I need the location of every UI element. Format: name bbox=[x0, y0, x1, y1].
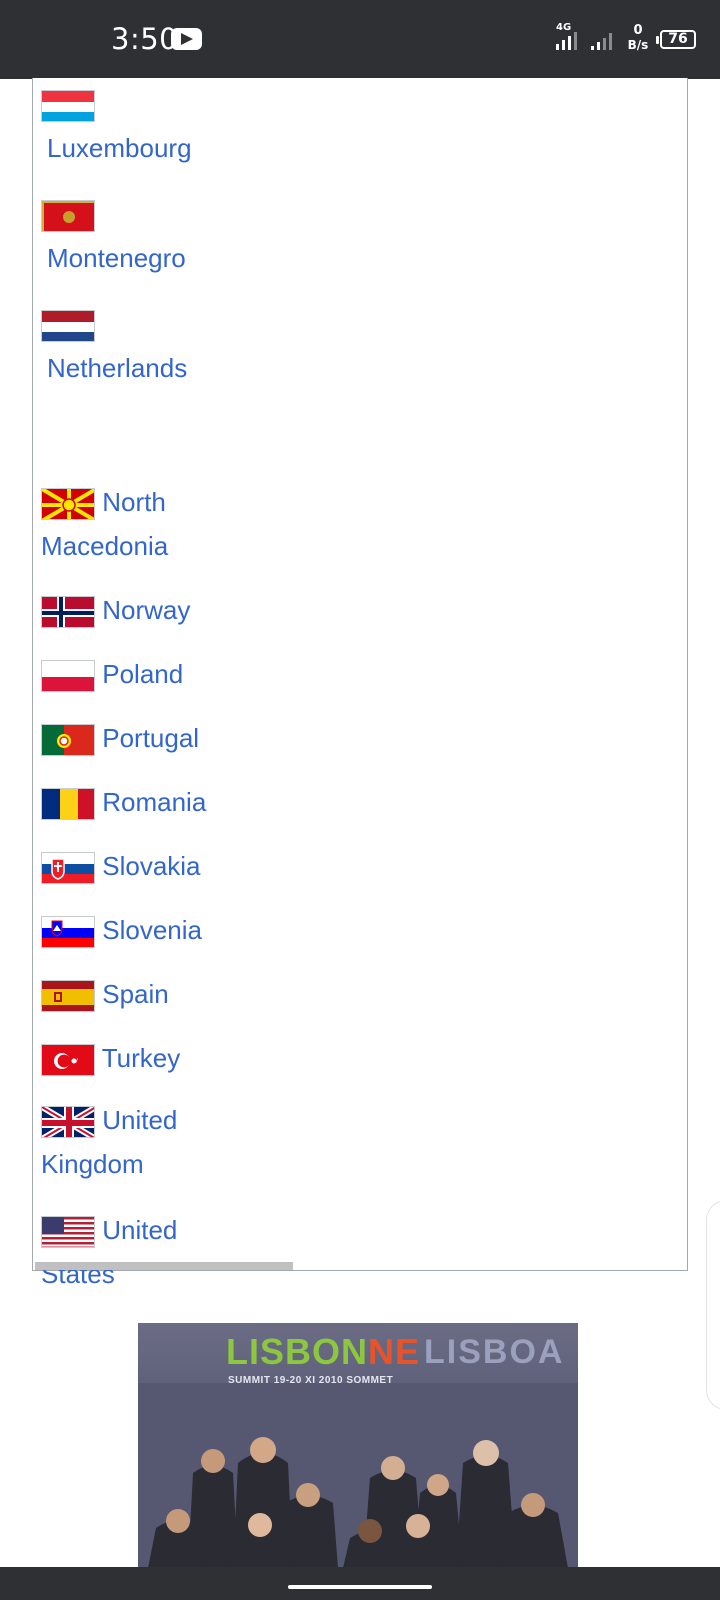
uk-flag-icon bbox=[41, 1106, 95, 1139]
list-item[interactable]: Romania bbox=[41, 780, 241, 824]
country-link[interactable]: United bbox=[102, 1105, 177, 1135]
spain-flag-icon bbox=[41, 980, 95, 1013]
country-link[interactable]: Slovenia bbox=[102, 915, 202, 945]
list-item[interactable]: Slovenia bbox=[41, 908, 241, 952]
horizontal-scrollbar[interactable] bbox=[35, 1262, 293, 1270]
luxembourg-flag-icon bbox=[41, 90, 95, 123]
country-link[interactable]: Slovakia bbox=[102, 851, 200, 881]
country-link[interactable]: Spain bbox=[102, 979, 169, 1009]
edge-panel-handle[interactable] bbox=[706, 1200, 720, 1410]
country-link[interactable]: Turkey bbox=[102, 1043, 181, 1073]
network-speed: 0 B/s bbox=[624, 23, 652, 53]
signal-icon bbox=[556, 32, 577, 50]
country-link[interactable]: Poland bbox=[102, 659, 183, 689]
us-flag-icon bbox=[41, 1216, 95, 1249]
slovenia-flag-icon bbox=[41, 916, 95, 949]
list-item[interactable]: North Macedonia bbox=[41, 480, 241, 568]
list-item[interactable]: Netherlands bbox=[41, 302, 241, 390]
country-list-panel: Luxembourg Montenegro Netherlands North bbox=[32, 78, 688, 1289]
people-silhouettes bbox=[138, 1383, 578, 1568]
list-item[interactable]: Slovakia bbox=[41, 844, 241, 888]
status-time: 3:50 bbox=[111, 22, 179, 56]
country-link[interactable]: Kingdom bbox=[41, 1149, 144, 1179]
summit-photo[interactable]: LISBONNE LISBOA SUMMIT 19-20 XI 2010 SOM… bbox=[138, 1323, 578, 1568]
speed-unit: B/s bbox=[627, 38, 649, 52]
portugal-flag-icon bbox=[41, 724, 95, 757]
norway-flag-icon bbox=[41, 596, 95, 629]
signal-icon bbox=[591, 33, 612, 50]
list-item[interactable]: Spain bbox=[41, 972, 241, 1016]
country-link[interactable]: Romania bbox=[102, 787, 206, 817]
list-item[interactable]: United States bbox=[41, 1208, 241, 1296]
photo-banner-text: LISBONNE bbox=[226, 1331, 421, 1372]
battery-nub bbox=[656, 36, 659, 44]
photo-banner-text-2: LISBOA bbox=[424, 1333, 565, 1371]
speed-value: 0 bbox=[633, 23, 643, 38]
romania-flag-icon bbox=[41, 788, 95, 821]
battery-icon: 76 bbox=[660, 30, 696, 49]
north-macedonia-flag-icon bbox=[41, 488, 95, 521]
list-item[interactable]: Luxembourg bbox=[41, 82, 241, 170]
slovakia-flag-icon bbox=[41, 852, 95, 885]
list-item[interactable]: United Kingdom bbox=[41, 1098, 241, 1186]
home-indicator[interactable] bbox=[288, 1585, 432, 1589]
list-item[interactable]: Turkey bbox=[41, 1036, 241, 1080]
list-item[interactable]: Montenegro bbox=[41, 192, 241, 280]
country-link[interactable]: Luxembourg bbox=[41, 133, 192, 163]
status-bar: 3:50 4G 0 B/s 76 bbox=[0, 0, 720, 79]
country-link[interactable]: Montenegro bbox=[41, 243, 186, 273]
poland-flag-icon bbox=[41, 660, 95, 693]
country-link[interactable]: Macedonia bbox=[41, 531, 168, 561]
list-item[interactable]: Norway bbox=[41, 588, 241, 632]
country-link[interactable]: United bbox=[102, 1215, 177, 1245]
country-link[interactable]: Portugal bbox=[102, 723, 199, 753]
country-link[interactable]: Netherlands bbox=[41, 353, 187, 383]
list-item[interactable]: Portugal bbox=[41, 716, 241, 760]
netherlands-flag-icon bbox=[41, 310, 95, 343]
turkey-flag-icon bbox=[41, 1044, 95, 1077]
country-link[interactable]: North bbox=[102, 487, 166, 517]
navigation-bar bbox=[0, 1567, 720, 1600]
country-link[interactable]: Norway bbox=[102, 595, 190, 625]
list-item[interactable]: Poland bbox=[41, 652, 241, 696]
youtube-icon bbox=[171, 28, 202, 50]
montenegro-flag-icon bbox=[41, 200, 95, 233]
